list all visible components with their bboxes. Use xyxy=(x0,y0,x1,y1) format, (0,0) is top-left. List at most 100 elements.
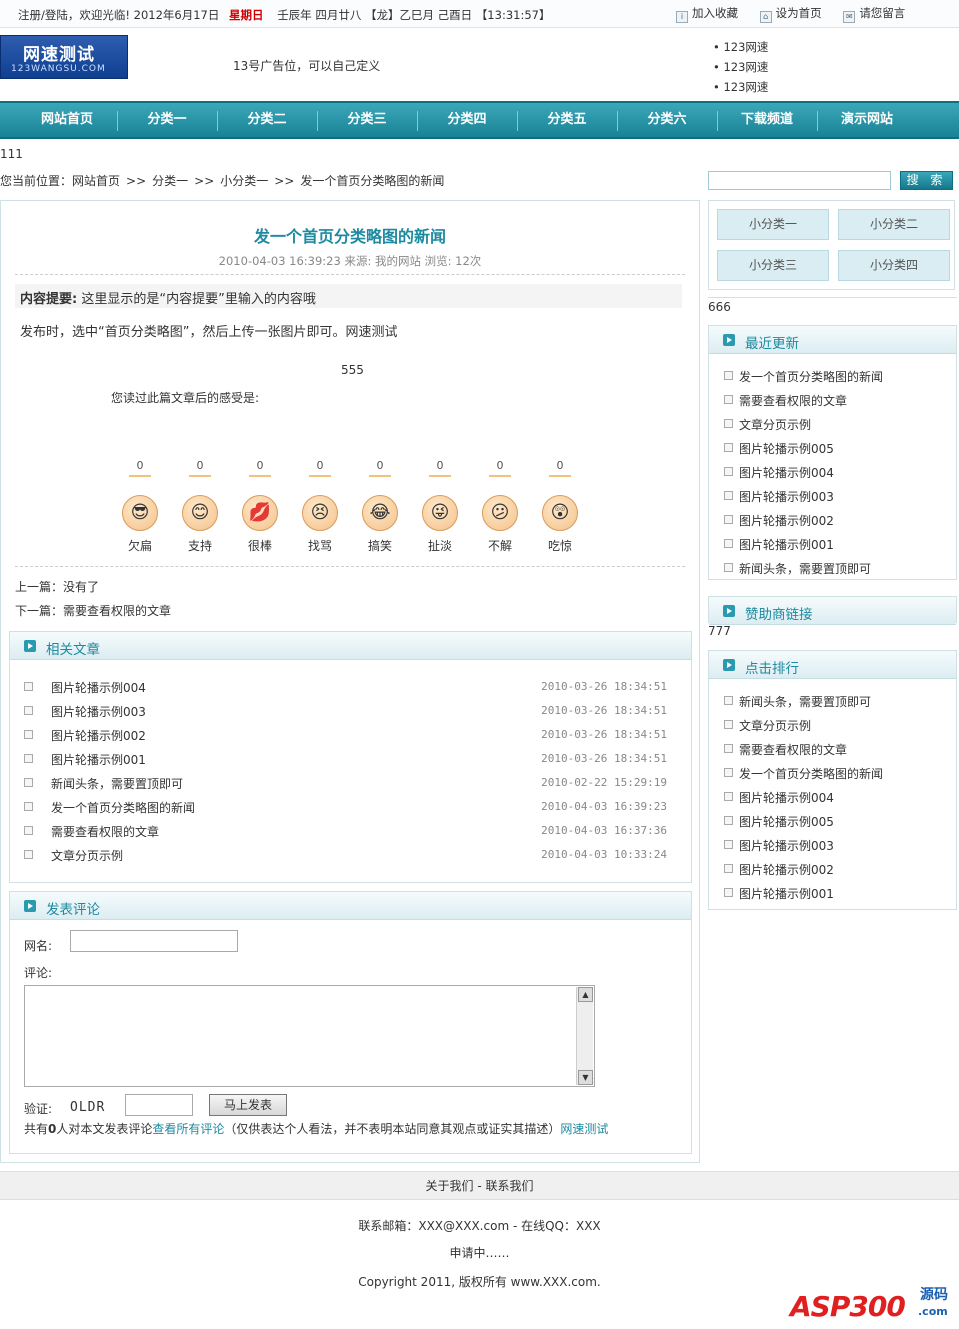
list-item[interactable]: 图片轮播示例001 xyxy=(709,882,956,906)
item-title[interactable]: 图片轮播示例005 xyxy=(739,813,834,830)
breadcrumb-cat[interactable]: 分类一 xyxy=(152,174,188,188)
list-item[interactable]: 图片轮播示例005 xyxy=(709,810,956,834)
bookmark-link[interactable]: i 加入收藏 xyxy=(676,6,738,23)
item-title[interactable]: 图片轮播示例003 xyxy=(739,488,834,505)
list-item[interactable]: 需要查看权限的文章 xyxy=(709,738,956,762)
mood-vote[interactable]: 0 😲 吃惊 xyxy=(538,459,582,554)
nav-item-cat3[interactable]: 分类三 xyxy=(317,103,417,137)
item-title[interactable]: 新闻头条，需要置顶即可 xyxy=(739,693,871,710)
prev-article-link[interactable]: 上一篇：没有了 xyxy=(15,578,99,595)
item-title[interactable]: 图片轮播示例002 xyxy=(739,512,834,529)
item-title[interactable]: 图片轮播示例001 xyxy=(739,536,834,553)
breadcrumb-sep: >> xyxy=(194,174,215,188)
item-title[interactable]: 需要查看权限的文章 xyxy=(739,741,847,758)
login-link[interactable]: 注册/登陆 xyxy=(18,8,68,22)
name-field[interactable] xyxy=(70,930,238,952)
item-title[interactable]: 图片轮播示例003 xyxy=(51,703,146,720)
captcha-input[interactable] xyxy=(125,1094,193,1116)
footer-links[interactable]: 关于我们 - 联系我们 xyxy=(0,1171,959,1200)
item-title[interactable]: 图片轮播示例002 xyxy=(739,861,834,878)
nav-item-cat4[interactable]: 分类四 xyxy=(417,103,517,137)
breadcrumb-subcat[interactable]: 小分类一 xyxy=(220,174,268,188)
list-item[interactable]: 需要查看权限的文章 2010-04-03 16:37:36 xyxy=(10,820,691,844)
item-title[interactable]: 文章分页示例 xyxy=(51,847,123,864)
list-item[interactable]: 图片轮播示例003 xyxy=(709,485,956,509)
nav-item-download[interactable]: 下载频道 xyxy=(717,103,817,137)
list-item[interactable]: 发一个首页分类略图的新闻 2010-04-03 16:39:23 xyxy=(10,796,691,820)
list-item[interactable]: 图片轮播示例003 2010-03-26 18:34:51 xyxy=(10,700,691,724)
list-item[interactable]: 发一个首页分类略图的新闻 xyxy=(709,762,956,786)
message-link[interactable]: ✉ 请您留言 xyxy=(843,6,905,23)
site-link[interactable]: 网速测试 xyxy=(560,1122,608,1136)
item-title[interactable]: 需要查看权限的文章 xyxy=(739,392,847,409)
list-item[interactable]: 图片轮播示例002 xyxy=(709,509,956,533)
list-item[interactable]: 图片轮播示例002 xyxy=(709,858,956,882)
item-title[interactable]: 图片轮播示例001 xyxy=(739,885,834,902)
header-link[interactable]: • 123网速 xyxy=(713,77,768,97)
item-title[interactable]: 文章分页示例 xyxy=(739,416,811,433)
view-comments-link[interactable]: 查看所有评论 xyxy=(152,1122,224,1136)
nav-item-demo[interactable]: 演示网站 xyxy=(817,103,917,137)
mood-vote[interactable]: 0 😜 扯淡 xyxy=(418,459,462,554)
list-item[interactable]: 文章分页示例 xyxy=(709,413,956,437)
nav-item-cat5[interactable]: 分类五 xyxy=(517,103,617,137)
search-input[interactable] xyxy=(708,171,891,190)
subcategory-button[interactable]: 小分类二 xyxy=(838,209,950,240)
item-title[interactable]: 图片轮播示例004 xyxy=(739,789,834,806)
list-item[interactable]: 文章分页示例 xyxy=(709,714,956,738)
nav-item-cat1[interactable]: 分类一 xyxy=(117,103,217,137)
list-item[interactable]: 文章分页示例 2010-04-03 10:33:24 xyxy=(10,844,691,868)
mood-vote[interactable]: 0 😊 支持 xyxy=(178,459,222,554)
list-item[interactable]: 图片轮播示例005 xyxy=(709,437,956,461)
list-item[interactable]: 发一个首页分类略图的新闻 xyxy=(709,365,956,389)
list-item[interactable]: 图片轮播示例004 xyxy=(709,786,956,810)
set-homepage-link[interactable]: ⌂ 设为首页 xyxy=(759,6,822,23)
header-link[interactable]: • 123网速 xyxy=(713,37,768,57)
nav-item-home[interactable]: 网站首页 xyxy=(17,103,117,137)
list-item[interactable]: 新闻头条，需要置顶即可 xyxy=(709,690,956,714)
item-title[interactable]: 图片轮播示例001 xyxy=(51,751,146,768)
mood-vote[interactable]: 0 😂 搞笑 xyxy=(358,459,402,554)
divider xyxy=(15,274,685,275)
item-title[interactable]: 新闻头条，需要置顶即可 xyxy=(51,775,183,792)
item-title[interactable]: 图片轮播示例002 xyxy=(51,727,146,744)
list-item[interactable]: 需要查看权限的文章 xyxy=(709,389,956,413)
mood-vote[interactable]: 0 😣 找骂 xyxy=(298,459,342,554)
scroll-down-icon[interactable]: ▼ xyxy=(578,1070,593,1085)
item-title[interactable]: 需要查看权限的文章 xyxy=(51,823,159,840)
scroll-up-icon[interactable]: ▲ xyxy=(578,987,593,1002)
list-item[interactable]: 图片轮播示例004 2010-03-26 18:34:51 xyxy=(10,676,691,700)
list-item[interactable]: 图片轮播示例002 2010-03-26 18:34:51 xyxy=(10,724,691,748)
header-link[interactable]: • 123网速 xyxy=(713,57,768,77)
mood-vote[interactable]: 0 😎 欠扁 xyxy=(118,459,162,554)
scrollbar[interactable]: ▲ ▼ xyxy=(576,987,593,1085)
item-title[interactable]: 发一个首页分类略图的新闻 xyxy=(739,765,883,782)
subcategory-button[interactable]: 小分类一 xyxy=(717,209,829,240)
list-item[interactable]: 新闻头条，需要置顶即可 2010-02-22 15:29:19 xyxy=(10,772,691,796)
item-title[interactable]: 图片轮播示例005 xyxy=(739,440,834,457)
item-title[interactable]: 文章分页示例 xyxy=(739,717,811,734)
search-button[interactable]: 搜 索 xyxy=(900,171,953,190)
item-title[interactable]: 发一个首页分类略图的新闻 xyxy=(51,799,195,816)
mood-vote[interactable]: 0 😕 不解 xyxy=(478,459,522,554)
subcategory-button[interactable]: 小分类三 xyxy=(717,250,829,281)
list-item[interactable]: 图片轮播示例001 2010-03-26 18:34:51 xyxy=(10,748,691,772)
nav-item-cat2[interactable]: 分类二 xyxy=(217,103,317,137)
list-item[interactable]: 图片轮播示例004 xyxy=(709,461,956,485)
item-title[interactable]: 图片轮播示例004 xyxy=(739,464,834,481)
subcategory-button[interactable]: 小分类四 xyxy=(838,250,950,281)
comment-textarea[interactable] xyxy=(24,985,595,1087)
list-item[interactable]: 新闻头条，需要置顶即可 xyxy=(709,557,956,581)
mood-vote[interactable]: 0 💋 很棒 xyxy=(238,459,282,554)
item-title[interactable]: 图片轮播示例003 xyxy=(739,837,834,854)
nav-item-cat6[interactable]: 分类六 xyxy=(617,103,717,137)
next-article-link[interactable]: 下一篇：需要查看权限的文章 xyxy=(15,602,171,619)
list-item[interactable]: 图片轮播示例003 xyxy=(709,834,956,858)
item-title[interactable]: 图片轮播示例004 xyxy=(51,679,146,696)
item-title[interactable]: 新闻头条，需要置顶即可 xyxy=(739,560,871,577)
submit-comment-button[interactable]: 马上发表 xyxy=(209,1094,287,1116)
list-item[interactable]: 图片轮播示例001 xyxy=(709,533,956,557)
item-title[interactable]: 发一个首页分类略图的新闻 xyxy=(739,368,883,385)
site-logo[interactable]: 网速测试 123WANGSU.COM xyxy=(0,35,128,79)
breadcrumb-home[interactable]: 网站首页 xyxy=(72,174,120,188)
